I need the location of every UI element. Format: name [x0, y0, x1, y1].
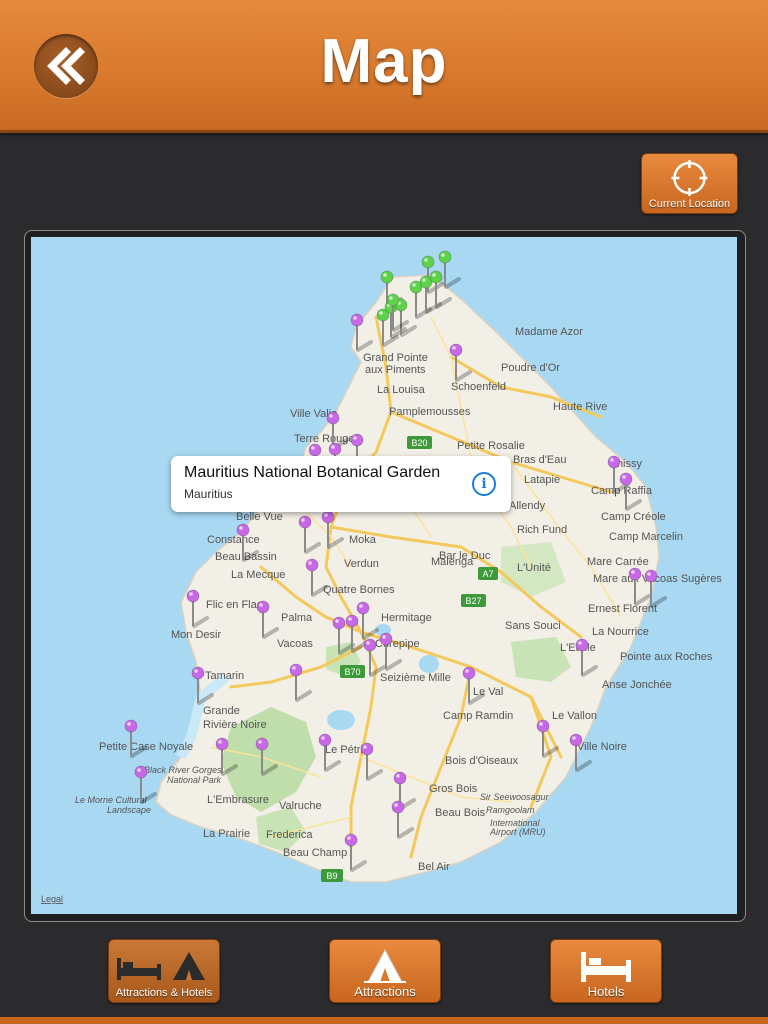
tab-attractions[interactable]: Attractions [329, 939, 441, 1003]
place-label: Bois d'Oiseaux [445, 755, 519, 767]
place-label: Grande [203, 705, 240, 717]
place-label: Petite Rosalie [457, 440, 525, 452]
place-label: Palma [281, 612, 313, 624]
tent-icon [173, 952, 205, 980]
lake [419, 655, 439, 673]
place-label: Sir Seewoosagur [480, 792, 550, 802]
tab-attractions-hotels[interactable]: Attractions & Hotels [108, 939, 220, 1003]
place-label: Constance [207, 534, 260, 546]
place-label: Belle Vue [236, 511, 283, 523]
place-label: Frederica [266, 829, 313, 841]
place-label: La Louisa [377, 384, 426, 396]
place-label: Anse Jonchée [602, 679, 672, 691]
top-bar: Map [0, 0, 768, 133]
place-label: Schoenfeld [451, 381, 506, 393]
tab-hotels[interactable]: Hotels [550, 939, 662, 1003]
map-callout[interactable]: Mauritius National Botanical Garden Maur… [171, 456, 511, 512]
place-label: Bar le Duc [439, 550, 491, 562]
place-label: La Mecque [231, 569, 285, 581]
place-label: Ville Noire [577, 741, 627, 753]
place-label: Pamplemousses [389, 406, 471, 418]
place-label: L'Embrasure [207, 794, 269, 806]
place-label: Airport (MRU) [489, 827, 546, 837]
road-b27: B27 [465, 596, 481, 606]
place-label: Moka [349, 534, 377, 546]
current-location-button[interactable]: Current Location [641, 153, 738, 214]
page-title: Map [320, 27, 448, 96]
tent-icon [364, 948, 406, 983]
map-view[interactable]: B20 A7 B27 B70 B9 Madame Azor Grand Point… [31, 237, 737, 914]
place-label: Gros Bois [429, 783, 478, 795]
place-label: La Prairie [203, 828, 250, 840]
road-b9: B9 [326, 871, 337, 881]
place-label: Flic en Flac [206, 599, 263, 611]
place-label: Le Vallon [552, 710, 597, 722]
bed-icon [117, 958, 161, 980]
lake [327, 710, 355, 730]
place-label: Seizième Mille [380, 672, 451, 684]
place-label: Ernest Florent [588, 603, 657, 615]
place-label: Le Morne Cultural [75, 795, 148, 805]
place-label: Beau Bois [435, 807, 486, 819]
place-label: Camp Ramdin [443, 710, 513, 722]
bottom-strip [0, 1017, 768, 1024]
map-pin[interactable] [438, 250, 461, 289]
place-label: Bel Air [418, 861, 450, 873]
place-label: Mare Carrée [587, 556, 649, 568]
place-label: Pointe aux Roches [620, 651, 713, 663]
place-label: Beau Champ [283, 847, 347, 859]
place-label: Allendy [509, 500, 546, 512]
tab-label: Attractions [354, 984, 416, 999]
place-label: Camp Créole [601, 511, 666, 523]
place-label: aux Piments [365, 364, 426, 376]
tab-label: Attractions & Hotels [115, 987, 213, 999]
map-canvas[interactable]: B20 A7 B27 B70 B9 Madame Azor Grand Point… [31, 237, 737, 914]
place-label: Black River Gorges [144, 765, 222, 775]
place-label: Ramgoolam [486, 805, 535, 815]
place-label: Poudre d'Or [501, 362, 560, 374]
place-label: Bras d'Eau [513, 454, 566, 466]
callout-title: Mauritius National Botanical Garden [184, 464, 441, 481]
place-label: Verdun [344, 558, 379, 570]
place-label: Quatre Bornes [323, 584, 395, 596]
place-label: Mon Desir [171, 629, 221, 641]
place-label: Latapie [524, 474, 560, 486]
place-label: Mare aux Vacoas Sugères [593, 573, 722, 585]
place-label: Sans Souci [505, 620, 561, 632]
place-label: National Park [167, 775, 222, 785]
place-label: Camp Marcelin [609, 531, 683, 543]
place-label: Haute Rive [553, 401, 607, 413]
place-label: Grand Pointe [363, 352, 428, 364]
place-label: Madame Azor [515, 326, 583, 338]
place-label: L'Unité [517, 562, 551, 574]
place-label: Rich Fund [517, 524, 567, 536]
place-label: Landscape [107, 805, 151, 815]
place-label: Vacoas [277, 638, 313, 650]
legal-link[interactable]: Legal [41, 894, 63, 904]
place-label: La Nourrice [592, 626, 649, 638]
info-icon[interactable]: i [472, 472, 496, 496]
place-label: Rivière Noire [203, 719, 267, 731]
place-label: Valruche [279, 800, 322, 812]
road-b20: B20 [411, 438, 427, 448]
tab-label: Hotels [587, 984, 625, 999]
place-label: Tamarin [205, 670, 244, 682]
current-location-label: Current Location [648, 198, 731, 210]
bed-icon [581, 952, 631, 982]
road-b70: B70 [344, 667, 360, 677]
place-label: Hermitage [381, 612, 432, 624]
road-a7: A7 [482, 569, 493, 579]
crosshair-icon [671, 160, 708, 196]
callout-subtitle: Mauritius [184, 487, 233, 501]
